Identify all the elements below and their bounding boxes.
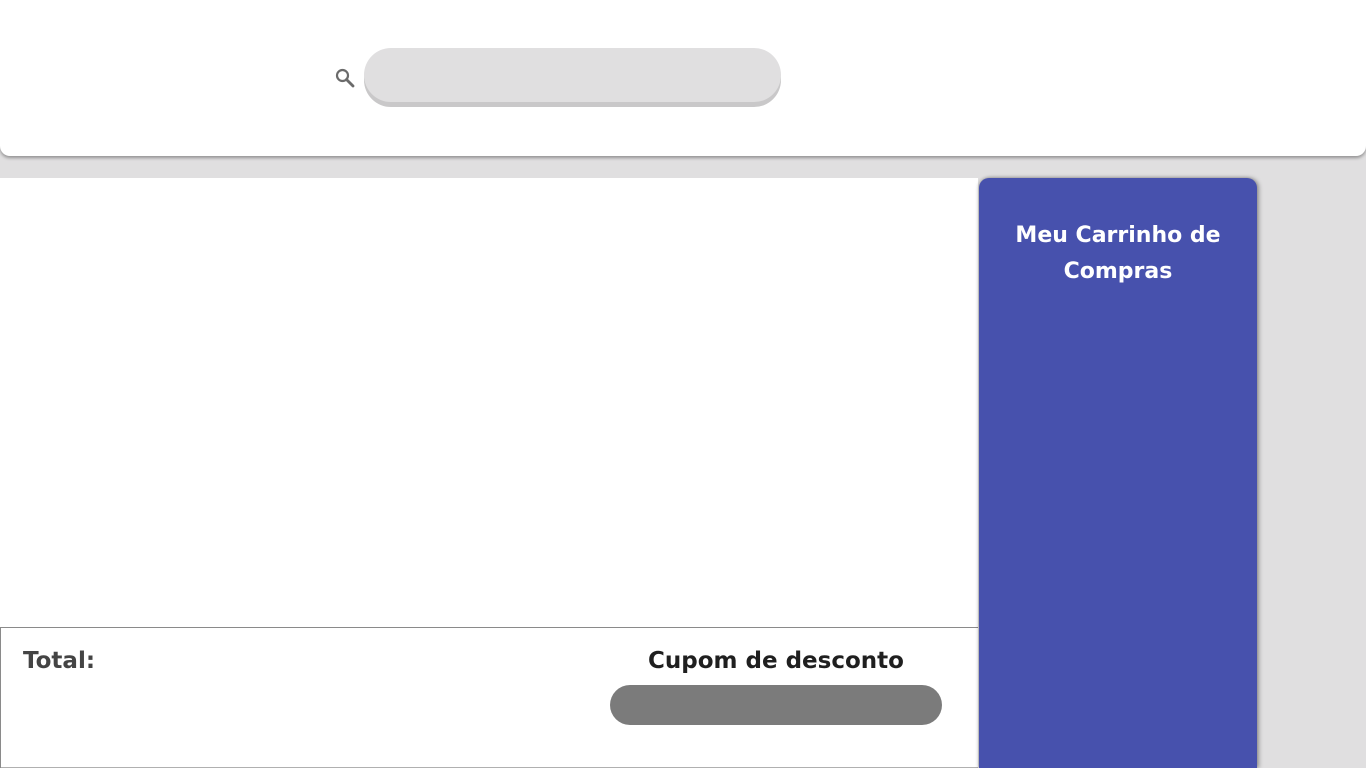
cart-title: Meu Carrinho de Compras — [1015, 223, 1221, 284]
header — [0, 0, 1366, 156]
shopping-cart-panel: Meu Carrinho de Compras — [979, 178, 1257, 768]
order-summary-panel: Total: Cupom de desconto — [0, 627, 978, 768]
coupon-title: Cupom de desconto — [648, 648, 904, 674]
coupon-input[interactable] — [610, 685, 942, 725]
search-input[interactable] — [364, 48, 781, 102]
search-icon[interactable] — [334, 67, 356, 89]
products-area — [0, 178, 978, 628]
total-label: Total: — [23, 648, 96, 674]
